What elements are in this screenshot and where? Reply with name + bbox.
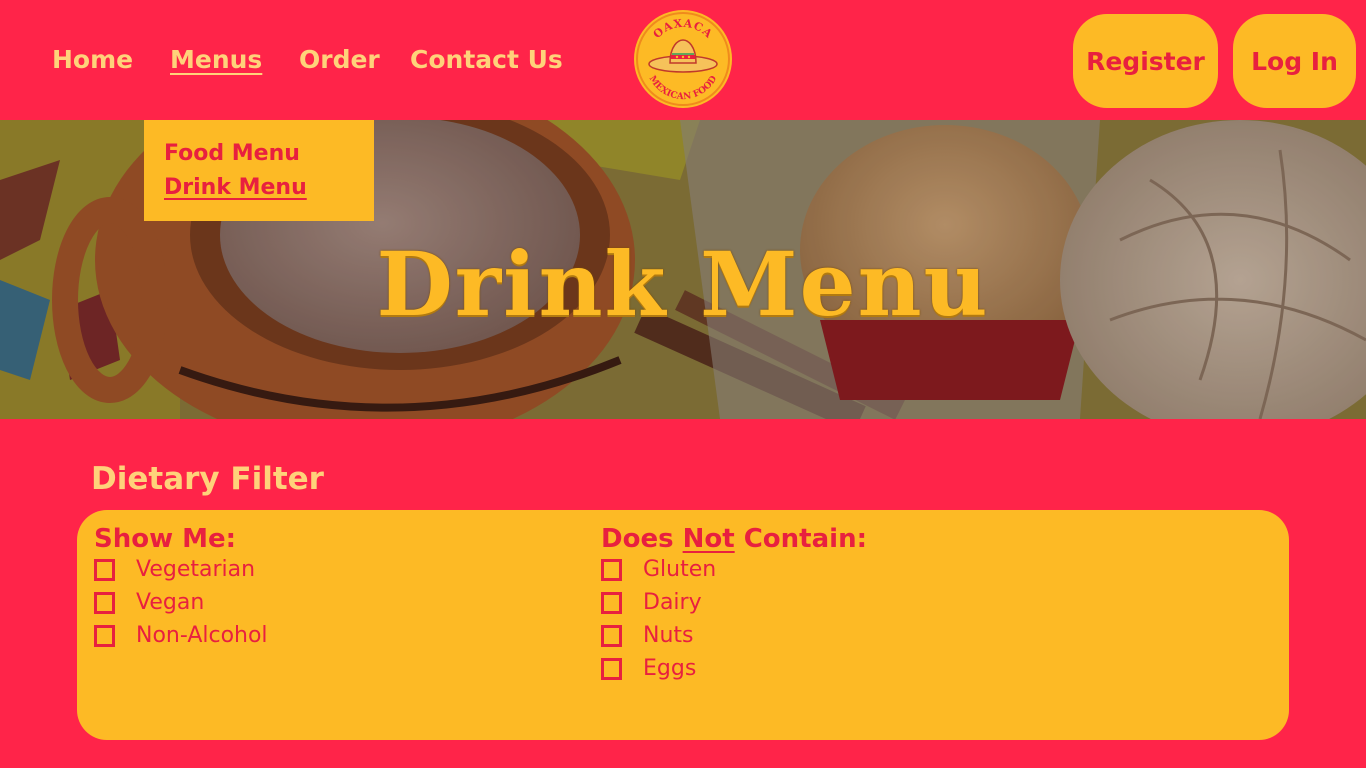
- option-eggs[interactable]: Eggs: [601, 654, 696, 684]
- dietary-filter-heading: Dietary Filter: [91, 461, 324, 497]
- option-non-alcohol[interactable]: Non-Alcohol: [94, 621, 268, 651]
- checkbox-dairy[interactable]: [601, 592, 622, 614]
- option-label: Vegan: [136, 590, 205, 615]
- checkbox-non-alcohol[interactable]: [94, 625, 115, 647]
- option-vegan[interactable]: Vegan: [94, 588, 204, 618]
- checkbox-gluten[interactable]: [601, 559, 622, 581]
- nav-link-menus[interactable]: Menus: [170, 42, 262, 78]
- does-not-contain-title: Does Not Contain:: [601, 522, 867, 556]
- login-button[interactable]: Log In: [1233, 14, 1356, 108]
- checkbox-vegan[interactable]: [94, 592, 115, 614]
- nav-link-order[interactable]: Order: [299, 42, 380, 78]
- top-nav: Home Menus Order Contact Us OAXACA MEXIC…: [0, 0, 1366, 120]
- option-label: Vegetarian: [136, 557, 256, 582]
- title-part: Does: [601, 524, 683, 554]
- menus-dropdown: Food Menu Drink Menu: [144, 120, 374, 221]
- option-label: Nuts: [643, 623, 694, 648]
- checkbox-nuts[interactable]: [601, 625, 622, 647]
- dropdown-item-drink-menu[interactable]: Drink Menu: [164, 173, 307, 203]
- register-button[interactable]: Register: [1073, 14, 1218, 108]
- option-label: Dairy: [643, 590, 702, 615]
- sombrero-logo-icon: OAXACA MEXICAN FOOD: [636, 12, 730, 106]
- nav-link-contact[interactable]: Contact Us: [410, 42, 563, 78]
- option-label: Eggs: [643, 656, 697, 681]
- option-nuts[interactable]: Nuts: [601, 621, 694, 651]
- option-label: Non-Alcohol: [136, 623, 268, 648]
- title-emphasis: Not: [682, 524, 735, 554]
- show-me-title: Show Me:: [94, 524, 237, 554]
- option-gluten[interactable]: Gluten: [601, 555, 716, 585]
- hero-title: Drink Menu: [376, 232, 990, 336]
- dropdown-item-food-menu[interactable]: Food Menu: [164, 139, 300, 169]
- checkbox-eggs[interactable]: [601, 658, 622, 680]
- dietary-filter-panel: Show Me: Vegetarian Vegan Non-Alcohol Do…: [77, 510, 1289, 740]
- nav-link-home[interactable]: Home: [52, 42, 133, 78]
- option-dairy[interactable]: Dairy: [601, 588, 702, 618]
- option-label: Gluten: [643, 557, 717, 582]
- title-part: Contain:: [734, 524, 867, 554]
- option-vegetarian[interactable]: Vegetarian: [94, 555, 255, 585]
- brand-logo[interactable]: OAXACA MEXICAN FOOD: [634, 10, 732, 108]
- checkbox-vegetarian[interactable]: [94, 559, 115, 581]
